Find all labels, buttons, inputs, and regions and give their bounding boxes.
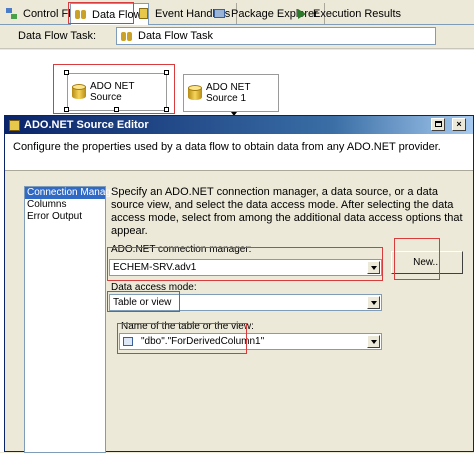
resize-handle[interactable] [114,107,119,112]
dialog-description: Configure the properties used by a data … [13,141,441,153]
component-label: ADO NET Source [90,81,134,103]
tab-label: Execution Results [313,7,402,20]
event-handlers-icon [137,7,151,20]
ado-net-source-editor-dialog: ADO.NET Source Editor × Configure the pr… [4,115,474,453]
chevron-down-icon [370,300,377,305]
ado-net-source-component[interactable]: ADO NET Source [67,73,167,111]
access-mode-highlight [107,291,180,312]
resize-handle[interactable] [164,107,169,112]
resize-handle[interactable] [64,107,69,112]
dropdown-button[interactable] [367,296,380,309]
component-label-line2: Source 1 [206,93,247,104]
component-label-line1: ADO NET [206,82,251,93]
component-label-line1: ADO NET [90,81,135,92]
execution-results-icon [295,7,309,20]
nav-item-connection-manager[interactable]: Connection Manager [25,187,120,199]
component-label: ADO NET Source 1 [206,82,250,104]
editor-icon [9,119,20,131]
package-explorer-icon [213,7,227,20]
database-icon [72,83,86,101]
tab-execution-results[interactable]: Execution Results [292,3,407,24]
component-label-line2: Source [90,92,122,103]
maximize-icon [434,121,442,127]
table-name-highlight [117,323,247,354]
dialog-titlebar: ADO.NET Source Editor × [5,116,473,134]
nav-item-columns[interactable]: Columns [25,199,105,211]
task-label: Data Flow Task: [18,30,97,42]
close-button[interactable]: × [452,118,466,131]
data-flow-icon [120,30,134,43]
database-icon [188,84,202,102]
resize-handle[interactable] [64,70,69,75]
dialog-title: ADO.NET Source Editor [24,119,149,131]
resize-handle[interactable] [164,70,169,75]
task-select-value: Data Flow Task [138,30,213,42]
instructions-text: Specify an ADO.NET connection manager, a… [111,186,463,237]
editor-nav-list: Connection Manager Columns Error Output [24,186,120,453]
data-flow-tab-highlight [68,2,134,24]
connection-manager-highlight [107,247,383,281]
chevron-down-icon [370,339,377,344]
new-button-highlight [394,238,440,280]
nav-item-error-output[interactable]: Error Output [25,211,105,223]
control-flow-icon [5,7,19,20]
ado-net-source-1-component[interactable]: ADO NET Source 1 [183,74,279,112]
close-icon: × [456,119,462,129]
dropdown-button[interactable] [367,335,380,348]
maximize-button[interactable] [431,118,445,131]
task-select[interactable]: Data Flow Task [116,27,436,45]
